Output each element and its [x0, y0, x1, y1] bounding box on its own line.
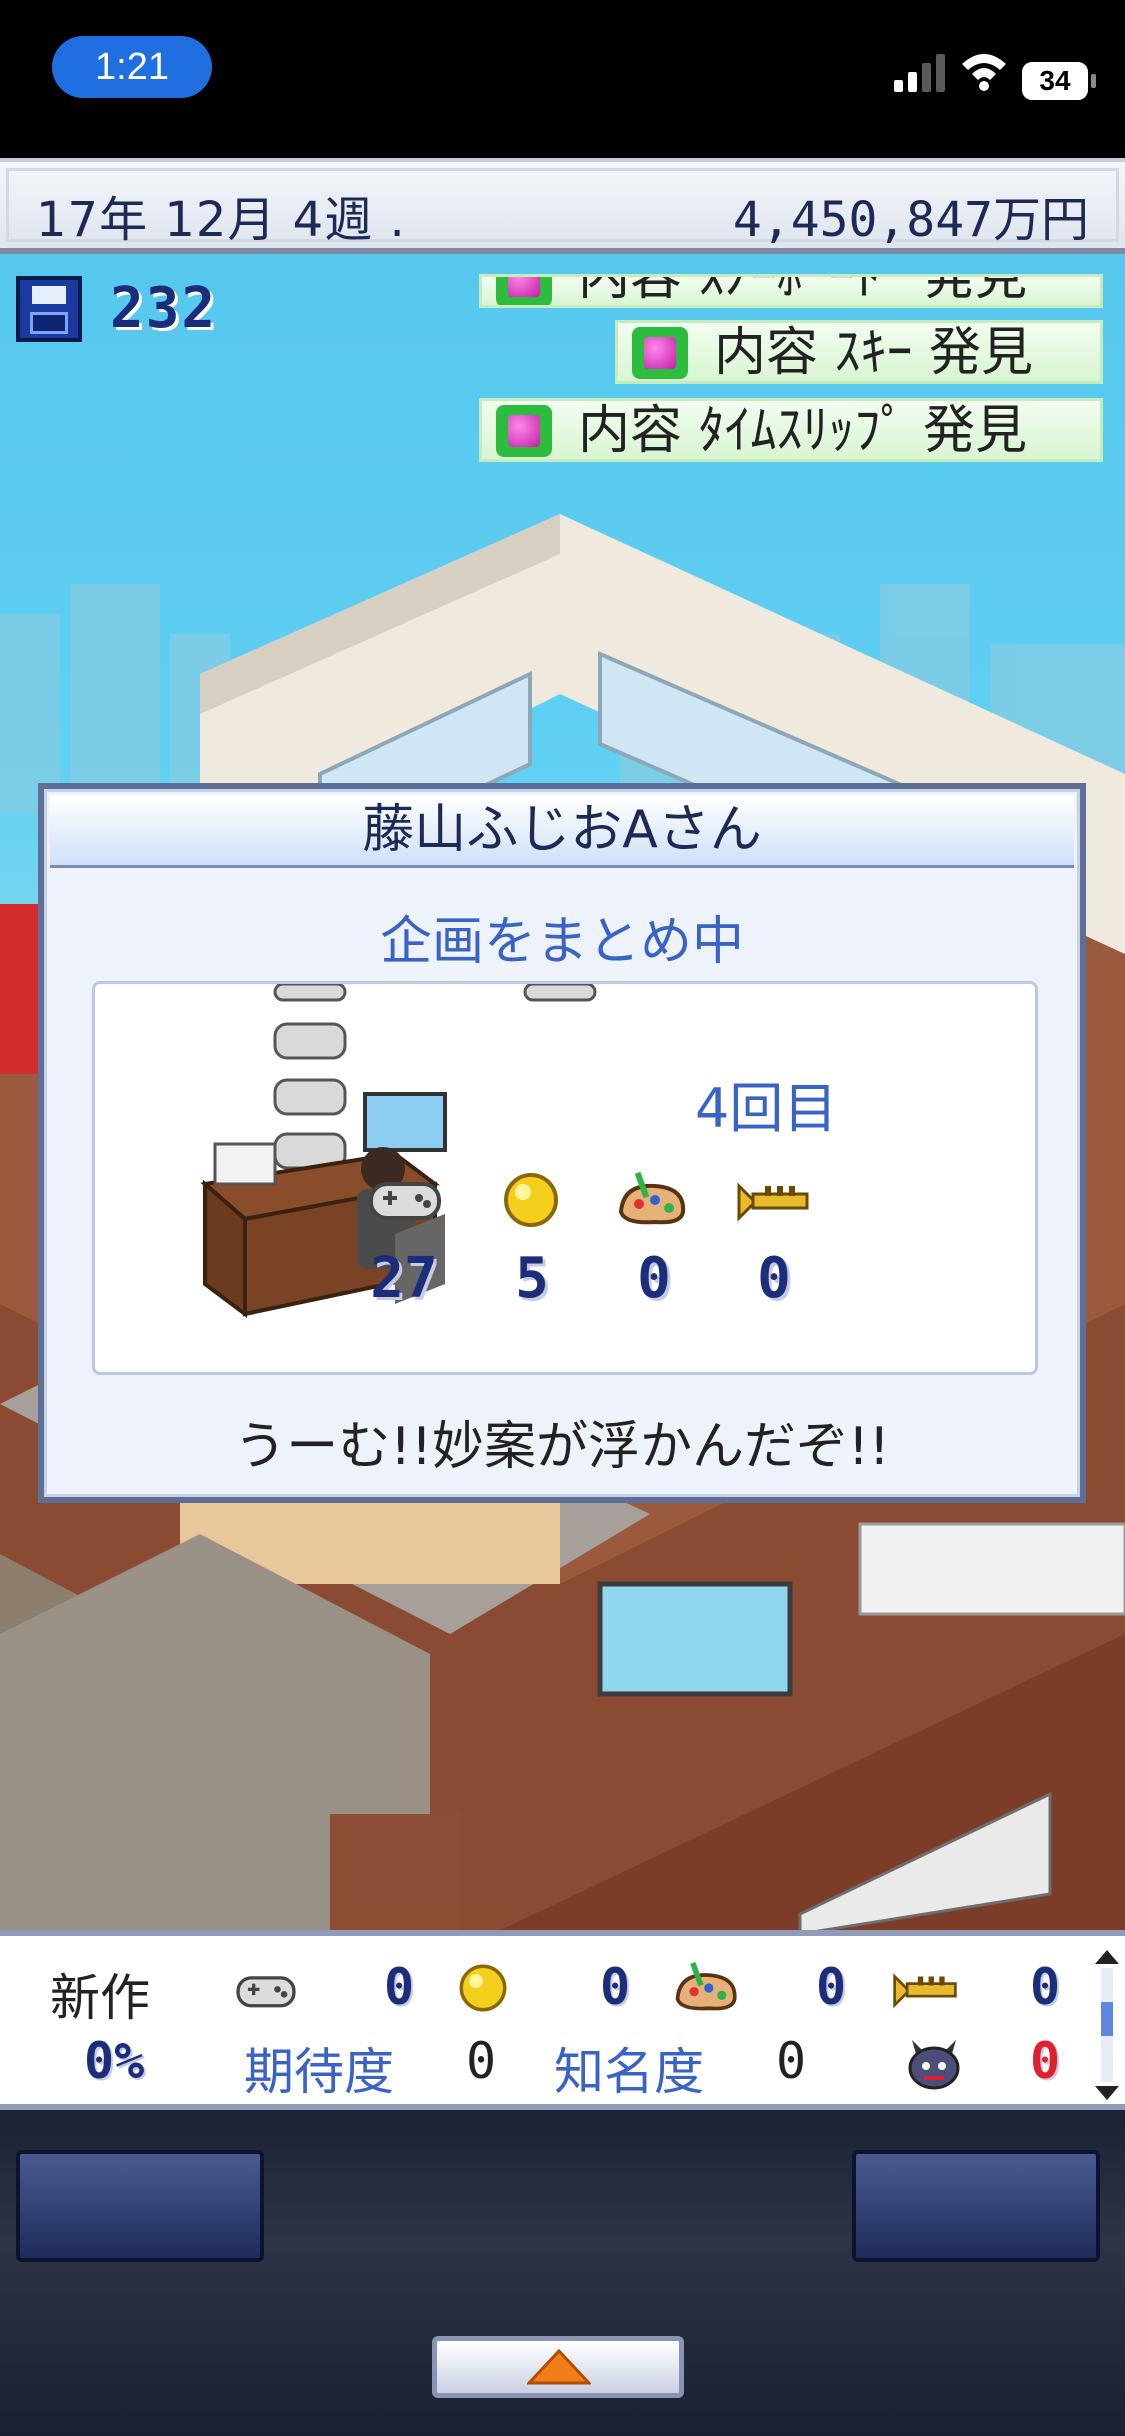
- new-work-sound-value: 0: [1030, 1958, 1061, 2016]
- new-work-progress: 0%: [84, 2032, 145, 2090]
- activity-status: 企画をまとめ中: [379, 912, 744, 972]
- new-work-fun-value: 0: [384, 1958, 415, 2016]
- panel-scrollbar[interactable]: [1095, 1950, 1119, 2100]
- employee-planning-dialog[interactable]: 藤山ふじおAさん 企画をまとめ中 4回目 27 5 0 0 うーむ!!妙案が浮か…: [38, 783, 1086, 1503]
- expand-menu-button[interactable]: [432, 2336, 684, 2398]
- battery-indicator: 34: [1022, 62, 1096, 100]
- gem-icon: [496, 277, 552, 305]
- bug-icon: [908, 2040, 960, 2090]
- gold-orb-icon: [459, 1964, 507, 2012]
- up-arrow-icon: [527, 2348, 591, 2385]
- gold-orb-icon: [504, 1173, 558, 1227]
- progress-panel: 4回目 27 5 0 0: [92, 981, 1038, 1375]
- employee-name: 藤山ふじおAさん: [50, 795, 1074, 868]
- new-work-creativity-value: 0: [600, 1958, 631, 2016]
- fame-label: 知名度: [554, 2043, 704, 2101]
- notice-item: 内容 ﾀｲﾑｽﾘｯﾌﾟ 発見: [479, 398, 1103, 462]
- new-work-graphics-value: 0: [816, 1958, 847, 2016]
- controller-icon: [236, 1976, 296, 2008]
- round-counter: 4回目: [695, 1077, 838, 1140]
- new-work-status-panel: 新作 0 0 0 0 0% 期待度 0 知名度 0 0: [0, 1930, 1125, 2110]
- stat-fun-value: 27: [370, 1246, 438, 1311]
- status-time: 1:21: [52, 36, 212, 98]
- date-money-bar: 17年 12月 4週 . 4,450,847万円: [0, 158, 1125, 254]
- paint-palette-icon: [675, 1961, 737, 2011]
- left-menu-button[interactable]: [16, 2150, 264, 2262]
- expectation-label: 期待度: [244, 2043, 394, 2101]
- money-amount: 4,450,847万円: [732, 192, 1089, 248]
- wifi-icon: [962, 54, 1006, 91]
- cellular-signal-icon: [894, 54, 945, 92]
- stat-creativity-value: 5: [515, 1246, 549, 1311]
- status-bar: 1:21 34: [0, 0, 1125, 158]
- gem-icon: [496, 405, 552, 457]
- bottom-navigation: [0, 2110, 1125, 2436]
- paint-palette-icon: [618, 1172, 686, 1225]
- floppy-disk-icon: [16, 276, 82, 342]
- employee-message: うーむ!!妙案が浮かんだぞ!!: [234, 1417, 890, 1477]
- new-work-label: 新作: [50, 1969, 150, 2027]
- notice-item: 内容 ｽｷｰ 発見: [615, 320, 1103, 384]
- save-count: 232: [110, 276, 218, 341]
- gem-icon: [632, 327, 688, 379]
- stat-graphics-value: 0: [637, 1246, 671, 1311]
- controller-icon: [369, 1182, 441, 1220]
- notice-item: 内容 ｽﾉｰﾎﾞｰﾄﾞ 発見: [479, 274, 1103, 308]
- trumpet-icon: [737, 1182, 809, 1222]
- trumpet-icon: [893, 1973, 957, 2009]
- right-menu-button[interactable]: [852, 2150, 1100, 2262]
- stat-sound-value: 0: [757, 1246, 791, 1311]
- bug-count: 0: [1030, 2032, 1061, 2090]
- game-date: 17年 12月 4週 .: [36, 192, 406, 248]
- fame-value: 0: [776, 2032, 807, 2090]
- expectation-value: 0: [466, 2032, 497, 2090]
